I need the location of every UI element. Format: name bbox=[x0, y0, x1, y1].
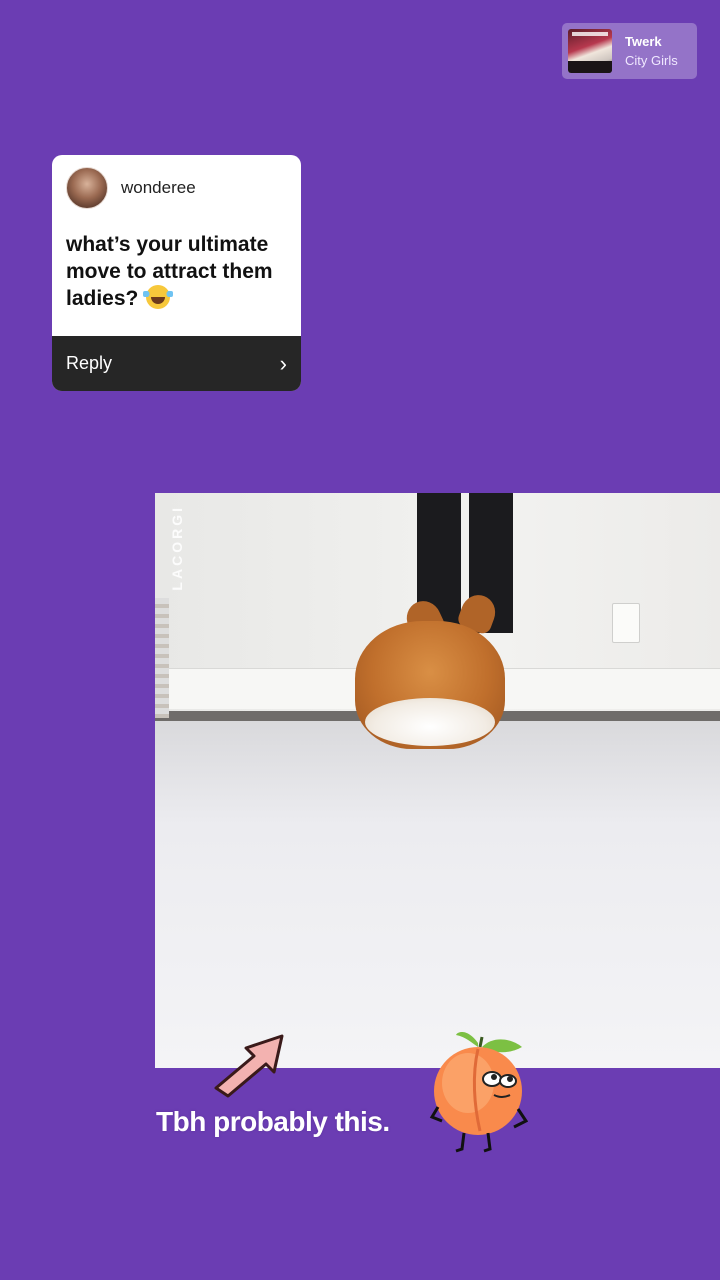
question-sticker[interactable]: wonderee what’s your ultimate move to at… bbox=[52, 155, 301, 391]
basket bbox=[155, 598, 169, 718]
music-sticker[interactable]: Twerk City Girls bbox=[562, 23, 697, 79]
caption-text[interactable]: Tbh probably this. bbox=[156, 1106, 390, 1138]
album-art bbox=[568, 29, 612, 73]
peach-sticker-icon[interactable] bbox=[428, 1025, 528, 1155]
chevron-right-icon: › bbox=[279, 350, 287, 376]
reply-label: Reply bbox=[66, 353, 113, 373]
avatar bbox=[66, 167, 108, 209]
music-artist: City Girls bbox=[625, 53, 678, 68]
music-title: Twerk bbox=[625, 34, 662, 49]
reply-button[interactable]: Reply › bbox=[52, 336, 301, 391]
corgi-butt bbox=[365, 698, 495, 746]
corgi-video[interactable]: LACORGI bbox=[155, 493, 720, 1068]
question-text-block: what’s your ultimate move to attract the… bbox=[52, 209, 301, 312]
laughing-emoji-icon bbox=[143, 285, 174, 309]
wall-outlet bbox=[612, 603, 640, 643]
username: wonderee bbox=[121, 178, 196, 197]
video-watermark: LACORGI bbox=[169, 505, 185, 591]
arrow-sticker-icon[interactable] bbox=[210, 1030, 290, 1100]
